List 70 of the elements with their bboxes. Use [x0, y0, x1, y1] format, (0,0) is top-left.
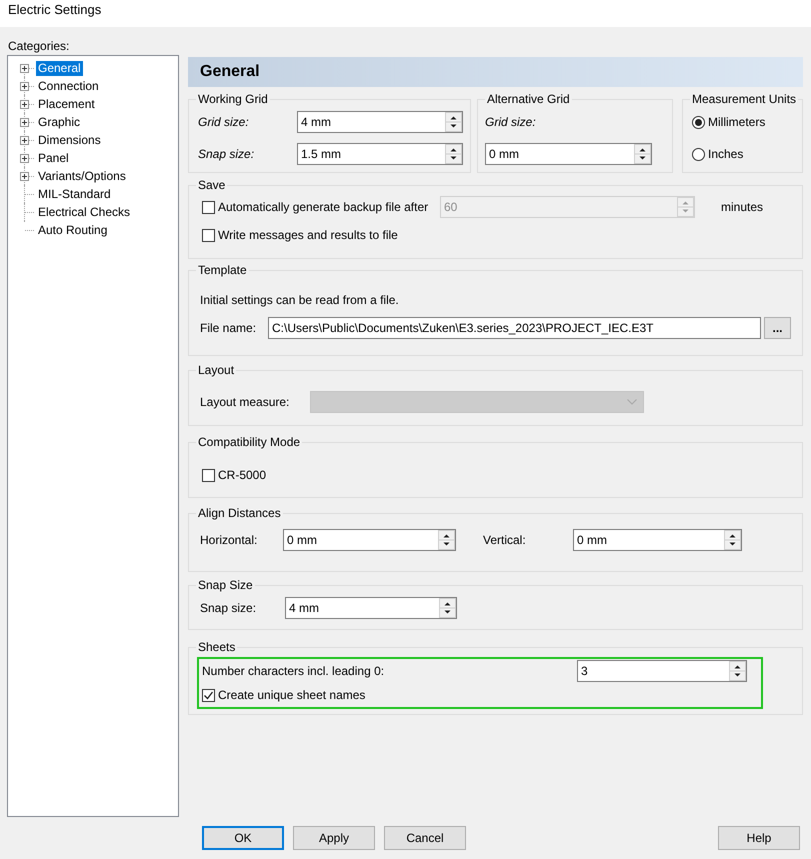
field-label: Horizontal:: [200, 532, 258, 548]
checkbox-label: Write messages and results to file: [218, 226, 398, 244]
tree-item[interactable]: MIL-Standard: [36, 186, 113, 202]
field-label: Number characters incl. leading 0:: [202, 662, 386, 680]
tree-item[interactable]: Graphic: [36, 114, 82, 130]
spin-field[interactable]: 1.5 mm: [297, 143, 463, 165]
spin-field[interactable]: 0 mm: [573, 529, 742, 551]
categories-label: Categories:: [7, 38, 70, 55]
window-title: Electric Settings: [8, 2, 102, 17]
spin-field[interactable]: 4 mm: [297, 111, 463, 133]
group-title: Working Grid: [197, 92, 269, 106]
group-title: Snap Size: [197, 578, 254, 592]
spinner-icon: [729, 661, 746, 681]
note-text: Initial settings can be read from a file.: [200, 292, 399, 308]
chevron-down-icon: [627, 399, 637, 405]
radio-button[interactable]: [692, 116, 705, 128]
file-path-field[interactable]: C:\Users\Public\Documents\Zuken\E3.series_2023\PROJECT_IEC.E3T: [268, 317, 761, 339]
field-label: Vertical:: [483, 532, 527, 548]
spin-field[interactable]: 4 mm: [285, 597, 457, 619]
radio-button[interactable]: [692, 148, 705, 160]
spinner-icon: [677, 197, 694, 217]
checkbox[interactable]: [202, 468, 215, 482]
tree-item[interactable]: Auto Routing: [36, 222, 110, 238]
spinner-icon: [445, 144, 462, 164]
radio-label: Inches: [708, 146, 744, 162]
radio-label: Millimeters: [708, 114, 766, 130]
field-label: File name:: [200, 320, 258, 336]
checkbox[interactable]: [202, 228, 215, 242]
dialog-button[interactable]: Cancel: [384, 826, 466, 850]
browse-button[interactable]: ...: [764, 317, 791, 339]
group-title: Align Distances: [197, 506, 282, 520]
dialog-button[interactable]: OK: [202, 826, 284, 850]
field-label: Layout measure:: [200, 394, 290, 410]
checkbox[interactable]: [202, 200, 215, 214]
spin-field[interactable]: 0 mm: [283, 529, 456, 551]
tree-item[interactable]: Panel: [36, 150, 71, 166]
group-title: Measurement Units: [691, 92, 798, 106]
group-title: Compatibility Mode: [197, 435, 302, 449]
tree-item[interactable]: Placement: [36, 96, 97, 112]
group-title: Alternative Grid: [486, 92, 571, 106]
field-label: Snap size:: [200, 600, 258, 616]
group-title: Save: [197, 178, 226, 192]
checkbox[interactable]: [202, 688, 215, 702]
spin-field[interactable]: 0 mm: [485, 143, 652, 165]
group-title: Sheets: [197, 640, 236, 654]
tree-item[interactable]: Electrical Checks: [36, 204, 132, 220]
check-icon: [203, 690, 214, 700]
spinner-icon: [439, 598, 456, 618]
field-label: Snap size:: [198, 146, 256, 162]
page-title: General: [200, 63, 260, 81]
dialog-button[interactable]: Apply: [293, 826, 375, 850]
tree-line: [24, 185, 35, 203]
unit-label: minutes: [721, 198, 764, 216]
group-title: Layout: [197, 363, 236, 377]
tree-item[interactable]: General: [36, 60, 83, 76]
spinner-icon: [445, 112, 462, 132]
group-title: Template: [197, 263, 248, 277]
spinner-icon: [634, 144, 651, 164]
help-button[interactable]: Help: [718, 826, 800, 850]
tree-item[interactable]: Dimensions: [36, 132, 103, 148]
spinner-icon: [438, 530, 455, 550]
checkbox-label: Automatically generate backup file after: [218, 198, 428, 216]
field-label: Grid size:: [485, 114, 536, 130]
checkbox-label: CR-5000: [218, 466, 266, 484]
spinner-icon: [724, 530, 741, 550]
tree-item[interactable]: Variants/Options: [36, 168, 128, 184]
spin-field[interactable]: 3: [577, 660, 747, 682]
tree-item[interactable]: Connection: [36, 78, 101, 94]
field-label: Grid size:: [198, 114, 250, 130]
checkbox-label: Create unique sheet names: [218, 686, 366, 704]
